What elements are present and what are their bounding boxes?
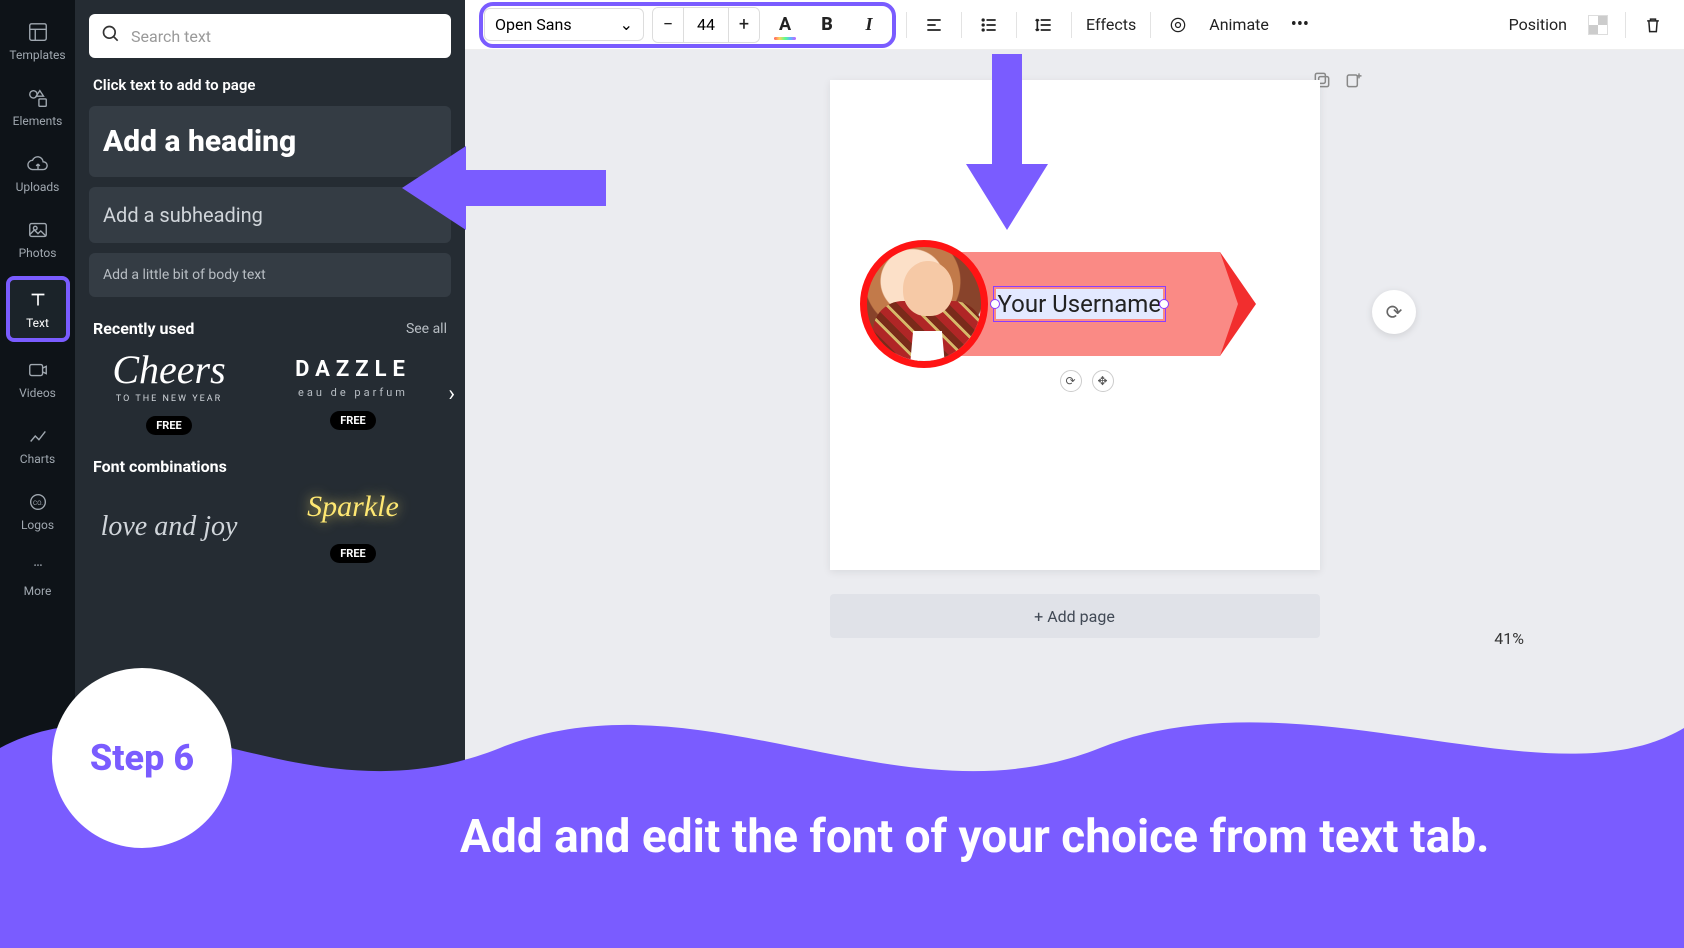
- annotation-arrow-left: [396, 140, 606, 236]
- recent-thumbs: Cheers TO THE NEW YEAR FREE DAZZLE eau d…: [89, 352, 451, 435]
- selection-border: [993, 286, 1167, 322]
- list-button[interactable]: [972, 8, 1006, 42]
- thumb-love[interactable]: love and joy: [89, 511, 249, 543]
- add-page-button[interactable]: + Add page: [830, 594, 1320, 638]
- font-controls-highlight: Open Sans ⌄ − + A B I: [479, 2, 896, 48]
- elements-icon: [26, 86, 50, 110]
- zoom-indicator[interactable]: 41%: [1494, 629, 1524, 648]
- divider: [1016, 12, 1017, 38]
- rail-uploads[interactable]: Uploads: [6, 144, 70, 202]
- font-combos-title: Font combinations: [93, 457, 227, 476]
- thumb-sparkle[interactable]: Sparkle FREE: [273, 490, 433, 563]
- photos-icon: [26, 218, 50, 242]
- position-button[interactable]: Position: [1505, 15, 1571, 34]
- animate-button[interactable]: Animate: [1205, 15, 1273, 34]
- banner[interactable]: Your Username: [860, 240, 1220, 368]
- side-rail: Templates Elements Uploads Photos Text V…: [0, 0, 75, 948]
- align-button[interactable]: [917, 8, 951, 42]
- rail-photos[interactable]: Photos: [6, 210, 70, 268]
- panel-hint: Click text to add to page: [93, 76, 447, 94]
- recently-used-title: Recently used: [93, 319, 194, 338]
- font-size-input[interactable]: [683, 8, 729, 42]
- rail-templates[interactable]: Templates: [6, 12, 70, 70]
- rail-charts[interactable]: Charts: [6, 416, 70, 474]
- text-icon: [26, 288, 50, 312]
- divider: [906, 12, 907, 38]
- more-toolbar-button[interactable]: •••: [1283, 8, 1317, 42]
- transparency-button[interactable]: [1581, 8, 1615, 42]
- checker-icon: [1588, 15, 1608, 35]
- selection-handle-left[interactable]: [990, 299, 1000, 309]
- divider: [1625, 12, 1626, 38]
- bold-button[interactable]: B: [810, 8, 844, 42]
- more-icon: [26, 556, 50, 580]
- delete-button[interactable]: [1636, 8, 1670, 42]
- rail-text[interactable]: Text: [6, 276, 70, 342]
- chevron-right-icon[interactable]: ›: [448, 381, 455, 406]
- svg-text:CO.: CO.: [33, 499, 43, 507]
- divider: [1150, 12, 1151, 38]
- animate-icon: [1161, 8, 1195, 42]
- videos-icon: [26, 358, 50, 382]
- ribbon-arrow: [1220, 252, 1256, 356]
- rail-logos[interactable]: CO. Logos: [6, 482, 70, 540]
- thumb-dazzle[interactable]: DAZZLE eau de parfum FREE: [273, 357, 433, 430]
- search-icon: [101, 24, 121, 48]
- design-page[interactable]: Your Username ⟳ ✥: [830, 80, 1320, 570]
- font-family-select[interactable]: Open Sans ⌄: [484, 8, 644, 41]
- toolbar: Open Sans ⌄ − + A B I Effects: [465, 0, 1684, 50]
- font-size-group: − +: [652, 7, 760, 43]
- text-color-button[interactable]: A: [768, 8, 802, 42]
- charts-icon: [26, 424, 50, 448]
- add-page-icon[interactable]: [1344, 70, 1364, 94]
- username-text[interactable]: Your Username: [996, 289, 1164, 319]
- sync-button[interactable]: ⟳: [1372, 290, 1416, 334]
- tutorial-caption: Add and edit the font of your choice fro…: [460, 808, 1644, 868]
- add-body-button[interactable]: Add a little bit of body text: [89, 253, 451, 297]
- search-input[interactable]: [131, 27, 439, 46]
- avatar[interactable]: [860, 240, 988, 368]
- step-badge: Step 6: [52, 668, 232, 848]
- font-size-decrease[interactable]: −: [653, 8, 683, 42]
- italic-button[interactable]: I: [852, 8, 886, 42]
- font-size-increase[interactable]: +: [729, 8, 759, 42]
- selection-handle-right[interactable]: [1159, 299, 1169, 309]
- spacing-button[interactable]: [1027, 8, 1061, 42]
- uploads-icon: [26, 152, 50, 176]
- templates-icon: [26, 20, 50, 44]
- rotate-handle[interactable]: ⟳: [1060, 370, 1082, 392]
- effects-button[interactable]: Effects: [1082, 15, 1140, 34]
- page-actions: [1312, 70, 1364, 94]
- element-controls: ⟳ ✥: [1060, 370, 1114, 392]
- free-badge: FREE: [330, 411, 375, 430]
- rail-more[interactable]: More: [6, 548, 70, 606]
- rail-videos[interactable]: Videos: [6, 350, 70, 408]
- thumb-cheers[interactable]: Cheers TO THE NEW YEAR FREE: [89, 352, 249, 435]
- move-handle[interactable]: ✥: [1092, 370, 1114, 392]
- annotation-arrow-down: [962, 54, 1052, 234]
- rail-elements[interactable]: Elements: [6, 78, 70, 136]
- combo-thumbs: love and joy Sparkle FREE: [89, 490, 451, 563]
- logos-icon: CO.: [26, 490, 50, 514]
- editor: Open Sans ⌄ − + A B I Effects: [465, 0, 1684, 948]
- see-all-link[interactable]: See all: [406, 321, 447, 337]
- chevron-down-icon: ⌄: [620, 15, 633, 34]
- divider: [961, 12, 962, 38]
- search-box[interactable]: [89, 14, 451, 58]
- divider: [1071, 12, 1072, 38]
- free-badge: FREE: [330, 544, 375, 563]
- free-badge: FREE: [146, 416, 191, 435]
